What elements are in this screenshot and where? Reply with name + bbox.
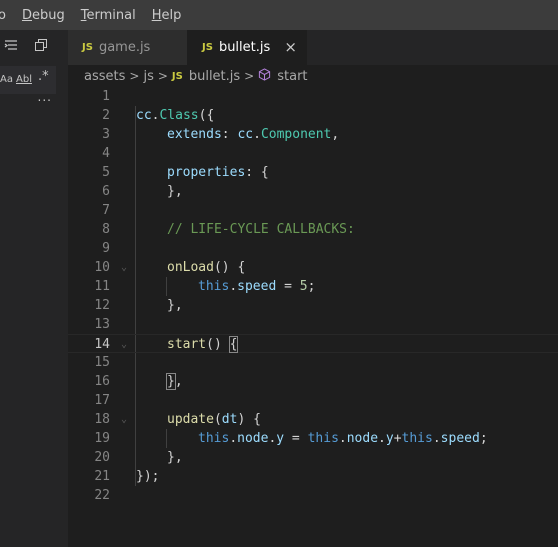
code-line: 21 }); <box>94 469 160 484</box>
menu-go[interactable]: o <box>0 8 6 23</box>
code-line: 4 <box>102 146 110 161</box>
code-line: 11 this.speed = 5; <box>94 279 316 294</box>
fold-chevron-icon[interactable]: ⌄ <box>121 335 127 354</box>
chevron-right-icon: > <box>244 69 255 83</box>
use-regex-toggle[interactable]: .* <box>38 69 49 84</box>
tab-label: bullet.js <box>218 40 271 55</box>
menu-terminal[interactable]: Terminal <box>81 8 136 23</box>
code-line: 8 // LIFE-CYCLE CALLBACKS: <box>102 222 355 237</box>
code-line: 6 }, <box>102 184 183 199</box>
breadcrumb-start[interactable]: start <box>277 69 307 84</box>
code-line: 9 <box>102 241 110 256</box>
collapse-all-icon[interactable] <box>4 38 18 55</box>
bracket-match: { <box>228 336 239 353</box>
tab-bullet-js[interactable]: JS bullet.js × <box>187 30 307 65</box>
code-editor[interactable]: 1 2 cc.Class({ 3 extends: cc.Component, … <box>68 87 558 547</box>
code-line: 19 this.node.y = this.node.y+this.speed; <box>94 431 488 446</box>
bracket-match: } <box>166 373 176 390</box>
fold-chevron-icon[interactable]: ⌄ <box>121 410 127 429</box>
code-line: 18 ⌄ update(dt) { <box>94 410 261 429</box>
code-line: 3 extends: cc.Component, <box>102 127 340 142</box>
breadcrumb-js[interactable]: js <box>143 69 153 84</box>
code-line: 12 }, <box>94 298 183 313</box>
code-line: 13 <box>94 317 110 332</box>
open-new-editor-icon[interactable] <box>34 38 48 55</box>
code-line: 2 cc.Class({ <box>102 108 215 123</box>
menu-help[interactable]: Help <box>152 8 182 23</box>
js-file-icon: JS <box>82 42 93 53</box>
tab-label: game.js <box>98 40 151 55</box>
match-whole-word-toggle[interactable]: Abl <box>16 74 32 85</box>
match-case-toggle[interactable]: Aa <box>0 74 13 85</box>
code-line: 16 }, <box>94 373 183 390</box>
code-line: 17 <box>94 393 110 408</box>
code-line: 10 ⌄ onLoad() { <box>94 258 246 277</box>
menu-debug[interactable]: Debug <box>22 8 65 23</box>
code-line: 20 }, <box>94 450 183 465</box>
close-icon[interactable]: × <box>284 38 297 56</box>
method-cube-icon <box>258 67 271 85</box>
js-file-icon: JS <box>202 42 213 53</box>
side-actions <box>0 38 68 56</box>
code-line: 7 <box>102 203 110 218</box>
breadcrumb-bullet-js[interactable]: bullet.js <box>189 69 240 84</box>
editor-tab-bar: JS game.js JS bullet.js × <box>68 30 558 65</box>
chevron-right-icon: > <box>157 69 168 83</box>
tab-game-js[interactable]: JS game.js <box>68 30 187 65</box>
chevron-right-icon: > <box>129 69 140 83</box>
code-line: 22 <box>94 488 110 503</box>
code-line: 5 properties: { <box>102 165 269 180</box>
menu-bar: o Debug Terminal Help <box>0 0 558 30</box>
code-line: 15 <box>94 355 110 370</box>
breadcrumb-assets[interactable]: assets <box>84 69 125 84</box>
more-actions-icon[interactable]: ... <box>38 90 52 104</box>
fold-chevron-icon[interactable]: ⌄ <box>121 258 127 277</box>
code-line-current: 14 ⌄ start() { <box>68 334 558 353</box>
code-line: 1 <box>102 89 110 104</box>
side-panel: Aa Abl .* ... <box>0 30 68 547</box>
breadcrumb: assets > js > JS bullet.js > start <box>68 65 558 87</box>
js-file-icon: JS <box>171 70 183 82</box>
